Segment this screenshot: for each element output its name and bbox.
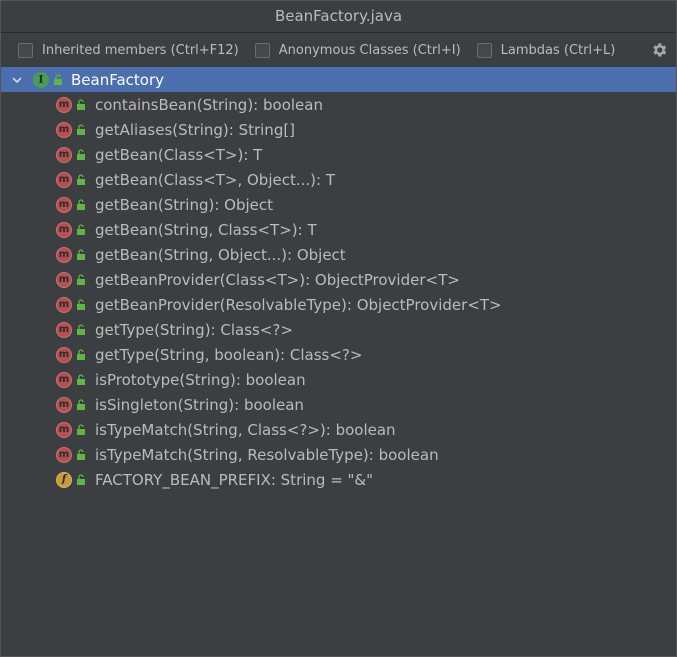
method-icon: m (56, 346, 72, 363)
chevron-down-icon[interactable] (11, 74, 23, 86)
checkbox-box[interactable] (476, 42, 492, 58)
method-icon: m (56, 196, 72, 213)
anonymous-classes-checkbox[interactable]: Anonymous Classes (Ctrl+I) (254, 42, 461, 58)
tree-item-method[interactable]: m getBeanProvider(Class<T>): ObjectProvid… (1, 267, 676, 292)
filter-toolbar: Inherited members (Ctrl+F12) Anonymous C… (1, 33, 676, 67)
lock-icon (77, 174, 85, 185)
tree-item-label: getBean(String): Object (95, 195, 273, 214)
lock-icon (77, 199, 85, 210)
tree-item-label: getBean(Class<T>): T (95, 145, 263, 164)
tree-item-label: isSingleton(String): boolean (95, 395, 304, 414)
checkbox-label: Anonymous Classes (Ctrl+I) (278, 42, 461, 58)
lock-icon (77, 374, 85, 385)
lock-icon (77, 424, 85, 435)
tree-item-label: getAliases(String): String[] (95, 120, 296, 139)
method-icon: m (56, 296, 72, 313)
tree-item-label: getBeanProvider(Class<T>): ObjectProvide… (95, 270, 460, 289)
lock-icon (77, 449, 85, 460)
gear-icon[interactable] (650, 41, 668, 59)
tree-item-method[interactable]: m getAliases(String): String[] (1, 117, 676, 142)
lock-icon (77, 299, 85, 310)
lock-icon (77, 149, 85, 160)
lock-icon (77, 474, 85, 485)
inherited-members-checkbox[interactable]: Inherited members (Ctrl+F12) (18, 42, 239, 58)
tree-item-field[interactable]: f FACTORY_BEAN_PREFIX: String = "&" (1, 467, 676, 492)
tree-item-label: containsBean(String): boolean (95, 95, 323, 114)
tree-item-method[interactable]: m isTypeMatch(String, ResolvableType): bo… (1, 442, 676, 467)
tree-item-method[interactable]: m getType(String, boolean): Class<?> (1, 342, 676, 367)
tree-item-label: getType(String): Class<?> (95, 320, 293, 339)
tree-item-label: getBean(String, Class<T>): T (95, 220, 317, 239)
structure-tree: I BeanFactory m containsBean(String): boo… (1, 67, 676, 492)
tree-item-method[interactable]: m getBean(Class<T>): T (1, 142, 676, 167)
method-icon: m (56, 271, 72, 288)
tree-item-method[interactable]: m isTypeMatch(String, Class<?>): boolean (1, 417, 676, 442)
tree-item-label: getBeanProvider(ResolvableType): ObjectP… (95, 295, 502, 314)
method-icon: m (56, 221, 72, 238)
tree-item-method[interactable]: m isPrototype(String): boolean (1, 367, 676, 392)
lock-icon (77, 324, 85, 335)
member-list: m containsBean(String): boolean m getAliase… (1, 92, 676, 492)
lock-icon (77, 274, 85, 285)
method-icon: m (56, 171, 72, 188)
tree-item-label: getType(String, boolean): Class<?> (95, 345, 363, 364)
method-icon: m (56, 246, 72, 263)
popup-title: BeanFactory.java (1, 1, 676, 33)
lock-icon (77, 99, 85, 110)
tree-item-label: isTypeMatch(String, ResolvableType): boo… (95, 445, 439, 464)
tree-item-label: isPrototype(String): boolean (95, 370, 306, 389)
lock-icon (77, 399, 85, 410)
tree-item-label: getBean(String, Object...): Object (95, 245, 346, 264)
tree-item-label: FACTORY_BEAN_PREFIX: String = "&" (95, 470, 374, 489)
method-icon: m (56, 446, 72, 463)
lock-icon (77, 349, 85, 360)
tree-item-label: getBean(Class<T>, Object...): T (95, 170, 335, 189)
tree-item-label: isTypeMatch(String, Class<?>): boolean (95, 420, 396, 439)
field-icon: f (56, 471, 72, 488)
interface-icon: I (33, 71, 49, 88)
tree-item-method[interactable]: m getBean(String, Class<T>): T (1, 217, 676, 242)
tree-item-method[interactable]: m getBean(Class<T>, Object...): T (1, 167, 676, 192)
tree-root-label: BeanFactory (71, 70, 165, 89)
lock-icon (77, 124, 85, 135)
tree-item-method[interactable]: m getBean(String, Object...): Object (1, 242, 676, 267)
checkbox-box[interactable] (18, 42, 33, 58)
tree-item-method[interactable]: m isSingleton(String): boolean (1, 392, 676, 417)
tree-root-beanfactory[interactable]: I BeanFactory (1, 67, 676, 92)
method-icon: m (56, 371, 72, 388)
method-icon: m (56, 421, 72, 438)
method-icon: m (56, 121, 72, 138)
checkbox-label: Lambdas (Ctrl+L) (500, 42, 616, 58)
tree-item-method[interactable]: m getType(String): Class<?> (1, 317, 676, 342)
method-icon: m (56, 96, 72, 113)
lock-icon (77, 249, 85, 260)
checkbox-label: Inherited members (Ctrl+F12) (42, 42, 239, 58)
lambdas-checkbox[interactable]: Lambdas (Ctrl+L) (476, 42, 616, 58)
tree-item-method[interactable]: m getBean(String): Object (1, 192, 676, 217)
lock-icon (77, 224, 85, 235)
method-icon: m (56, 146, 72, 163)
checkbox-box[interactable] (254, 42, 270, 58)
structure-popup: BeanFactory.java Inherited members (Ctrl… (0, 0, 677, 657)
lock-icon (54, 74, 62, 85)
tree-item-method[interactable]: m containsBean(String): boolean (1, 92, 676, 117)
method-icon: m (56, 321, 72, 338)
tree-item-method[interactable]: m getBeanProvider(ResolvableType): Object… (1, 292, 676, 317)
method-icon: m (56, 396, 72, 413)
